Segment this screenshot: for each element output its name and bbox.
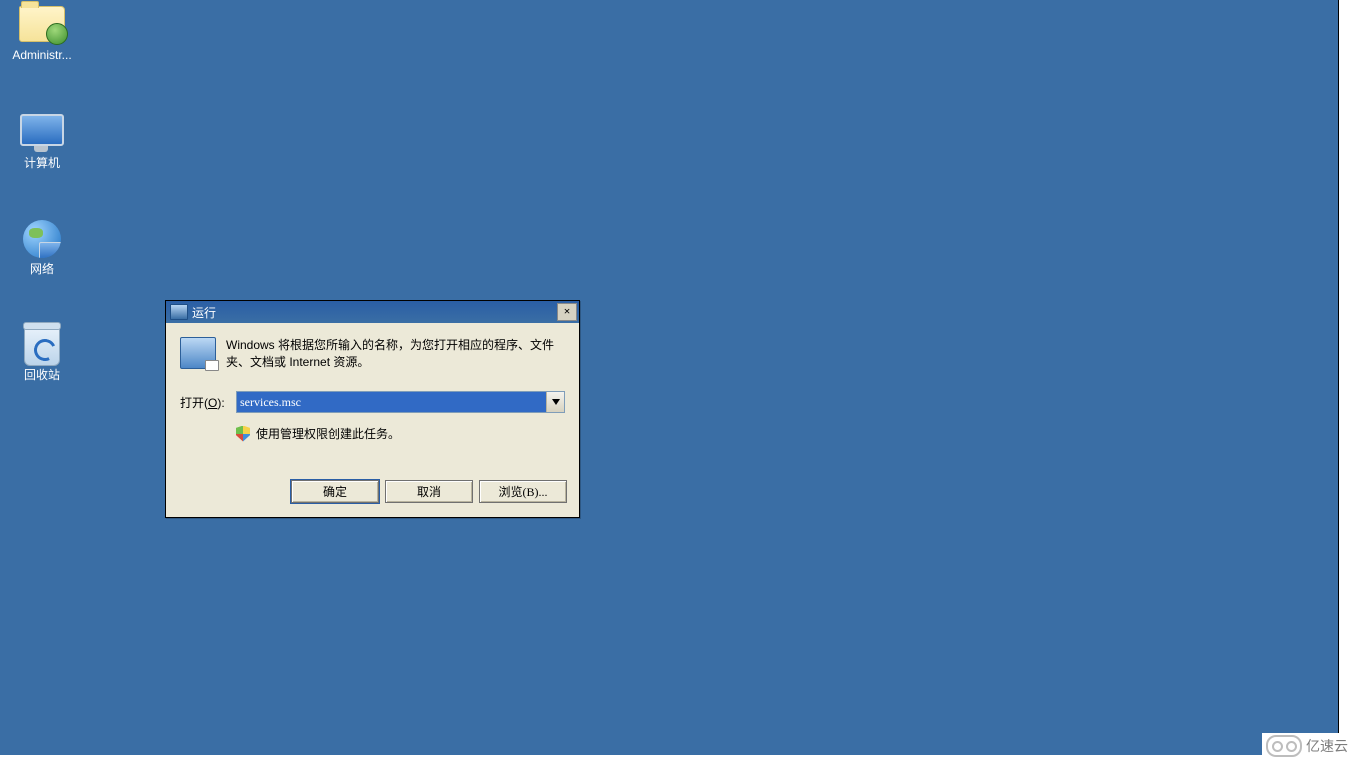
- desktop[interactable]: Administr... 计算机 网络 回收站 运行 × Windows 将根据…: [0, 0, 1339, 755]
- run-icon: [180, 337, 216, 369]
- desktop-icon-label: 计算机: [4, 156, 80, 170]
- open-input[interactable]: [237, 392, 546, 412]
- recycle-bin-icon: [18, 326, 66, 366]
- admin-text: 使用管理权限创建此任务。: [256, 425, 400, 442]
- admin-privilege-note: 使用管理权限创建此任务。: [236, 425, 565, 442]
- computer-icon: [18, 114, 66, 154]
- desktop-icon-recycle-bin[interactable]: 回收站: [4, 326, 80, 382]
- titlebar[interactable]: 运行 ×: [166, 301, 579, 323]
- dropdown-button[interactable]: [546, 392, 564, 412]
- dialog-title: 运行: [192, 304, 557, 321]
- desktop-icon-label: 网络: [4, 262, 80, 276]
- watermark-text: 亿速云: [1306, 736, 1348, 756]
- watermark-logo-icon: [1266, 735, 1302, 757]
- dialog-description: Windows 将根据您所输入的名称，为您打开相应的程序、文件夹、文档或 Int…: [226, 337, 565, 371]
- desktop-icon-network[interactable]: 网络: [4, 220, 80, 276]
- run-dialog: 运行 × Windows 将根据您所输入的名称，为您打开相应的程序、文件夹、文档…: [165, 300, 580, 518]
- shield-icon: [236, 426, 250, 442]
- run-title-icon: [170, 304, 188, 320]
- open-combobox[interactable]: [236, 391, 565, 413]
- desktop-icon-label: Administr...: [4, 48, 80, 62]
- cancel-button[interactable]: 取消: [385, 480, 473, 503]
- network-icon: [18, 220, 66, 260]
- chevron-down-icon: [552, 399, 560, 405]
- browse-button[interactable]: 浏览(B)...: [479, 480, 567, 503]
- close-button[interactable]: ×: [557, 303, 577, 321]
- folder-user-icon: [18, 6, 66, 46]
- desktop-icon-label: 回收站: [4, 368, 80, 382]
- desktop-icon-computer[interactable]: 计算机: [4, 114, 80, 170]
- open-label: 打开(O):: [180, 394, 236, 411]
- watermark: 亿速云: [1262, 733, 1352, 759]
- ok-button[interactable]: 确定: [291, 480, 379, 503]
- desktop-icon-administrator[interactable]: Administr...: [4, 6, 80, 62]
